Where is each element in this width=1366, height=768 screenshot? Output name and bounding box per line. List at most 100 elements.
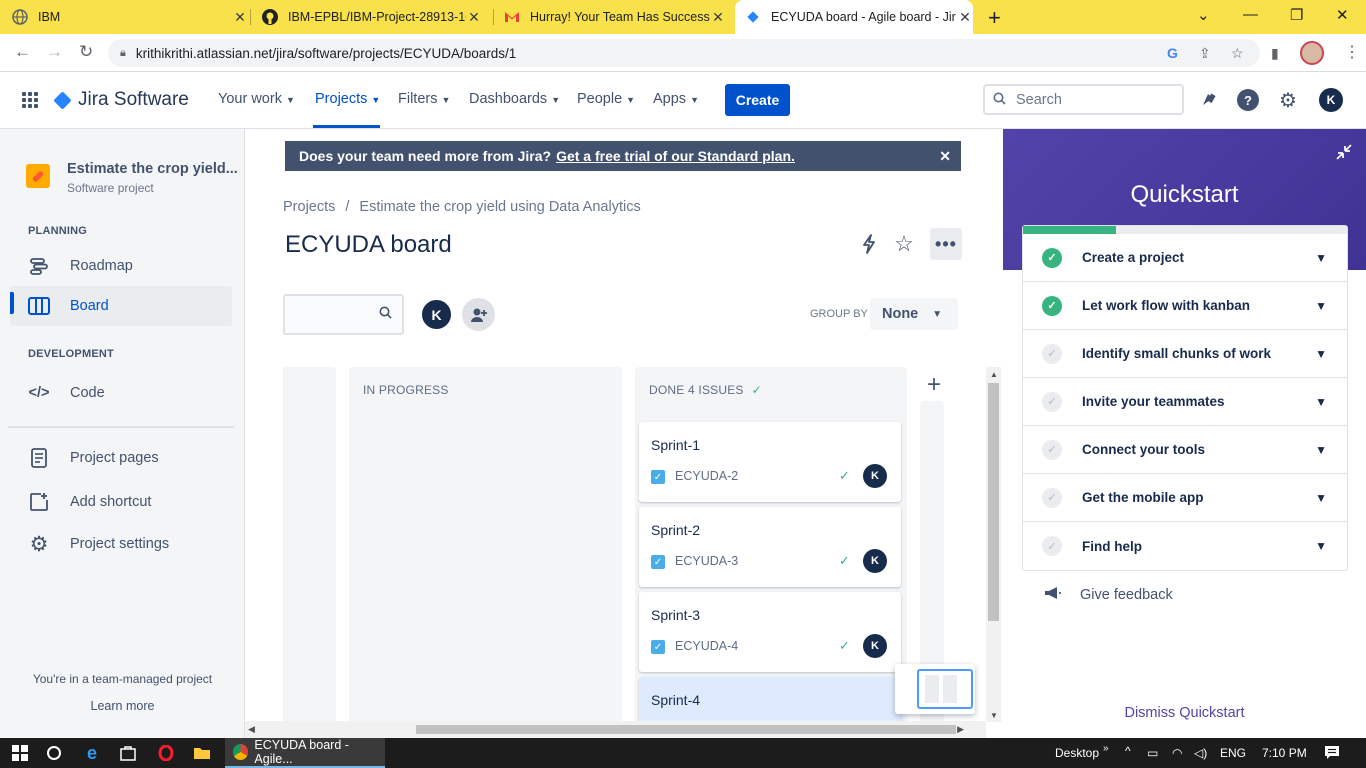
menu-filters[interactable]: Filters ▼ [398, 91, 450, 107]
quickstart-item[interactable]: ✓ Let work flow with kanban ▼ [1023, 282, 1347, 330]
store-icon[interactable] [118, 743, 138, 763]
sidebar-item-code[interactable]: </> Code [10, 373, 232, 413]
back-arrow-icon[interactable]: ← [14, 42, 31, 62]
scroll-up-icon[interactable]: ▲ [990, 370, 998, 379]
member-avatar[interactable]: K [420, 298, 453, 331]
chrome-profile-avatar[interactable] [1300, 41, 1324, 65]
jira-logo[interactable]: Jira Software [52, 89, 189, 111]
browser-tab-ibm[interactable]: IBM ✕ [12, 0, 248, 34]
tab-search-icon[interactable]: ⌄ [1197, 6, 1210, 24]
quickstart-item[interactable]: ✓ Invite your teammates ▼ [1023, 378, 1347, 426]
battery-icon[interactable]: ▭ [1147, 746, 1158, 760]
volume-icon[interactable]: ◁) [1194, 746, 1207, 760]
assignee-avatar[interactable]: K [863, 464, 887, 488]
star-icon[interactable]: ☆ [888, 228, 920, 260]
dismiss-quickstart-link[interactable]: Dismiss Quickstart [1003, 705, 1366, 721]
taskbar-chrome-app[interactable]: ECYUDA board - Agile... [225, 738, 385, 768]
clock[interactable]: 7:10 PM [1262, 746, 1307, 760]
sidebar-item-project-pages[interactable]: Project pages [10, 438, 232, 478]
notification-center-icon[interactable] [1322, 743, 1342, 763]
app-switcher-icon[interactable] [22, 92, 38, 108]
help-icon[interactable]: ? [1237, 89, 1259, 111]
reload-icon[interactable]: ↻ [79, 42, 93, 62]
close-icon[interactable]: ✕ [466, 9, 482, 26]
close-icon[interactable]: ✕ [710, 9, 726, 26]
file-explorer-icon[interactable] [192, 743, 212, 763]
give-feedback-link[interactable]: Give feedback [1044, 586, 1173, 603]
add-column-button[interactable]: + [920, 371, 948, 399]
board-search-input[interactable] [283, 294, 404, 335]
windows-start-icon[interactable] [10, 743, 30, 763]
forward-arrow-icon[interactable]: → [46, 42, 63, 62]
sidebar-item-project-settings[interactable]: ⚙ Project settings [10, 524, 232, 564]
collapse-icon[interactable] [1335, 143, 1353, 166]
close-icon[interactable]: ✕ [939, 148, 951, 165]
browser-tab-gmail[interactable]: Hurray! Your Team Has Successfu ✕ [504, 0, 726, 34]
scroll-down-icon[interactable]: ▼ [990, 711, 998, 720]
settings-gear-icon[interactable]: ⚙ [1277, 89, 1299, 112]
quickstart-item[interactable]: ✓ Find help ▼ [1023, 522, 1347, 570]
assignee-avatar[interactable]: K [863, 634, 887, 658]
horizontal-scrollbar[interactable]: ◀ ▶ [245, 721, 986, 738]
bookmark-star-icon[interactable]: ☆ [1231, 45, 1244, 62]
quickstart-item[interactable]: ✓ Get the mobile app ▼ [1023, 474, 1347, 522]
maximize-button[interactable]: ❐ [1290, 6, 1303, 24]
side-panel-icon[interactable]: ▮ [1271, 45, 1279, 62]
chrome-menu-icon[interactable]: ⋮ [1344, 42, 1360, 62]
quickstart-item[interactable]: ✓ Identify small chunks of work ▼ [1023, 330, 1347, 378]
browser-tab-github[interactable]: IBM-EPBL/IBM-Project-28913-16 ✕ [262, 0, 482, 34]
add-people-icon[interactable] [462, 298, 495, 331]
project-name[interactable]: Estimate the crop yield... [67, 161, 238, 177]
menu-your-work[interactable]: Your work ▼ [218, 91, 295, 107]
quickstart-item[interactable]: ✓ Create a project ▼ [1023, 234, 1347, 282]
issue-card[interactable]: Sprint-1 ✓ ECYUDA-2 ✓ K [639, 422, 901, 502]
close-icon[interactable]: ✕ [232, 9, 248, 26]
create-button[interactable]: Create [725, 84, 790, 116]
sidebar-item-board[interactable]: Board [10, 286, 232, 326]
desktop-toolbar-label[interactable]: Desktop [1055, 746, 1099, 760]
assignee-avatar[interactable]: K [863, 549, 887, 573]
issue-card[interactable]: Sprint-3 ✓ ECYUDA-4 ✓ K [639, 592, 901, 672]
issue-card[interactable]: Sprint-2 ✓ ECYUDA-3 ✓ K [639, 507, 901, 587]
window-close-button[interactable]: ✕ [1336, 6, 1349, 24]
close-icon[interactable]: ✕ [957, 9, 973, 26]
menu-apps[interactable]: Apps ▼ [653, 91, 699, 107]
minimize-button[interactable]: — [1243, 6, 1258, 23]
sidebar-item-add-shortcut[interactable]: Add shortcut [10, 482, 232, 522]
toolbar-expand-icon[interactable]: » [1103, 743, 1109, 754]
breadcrumb-projects[interactable]: Projects [283, 199, 335, 215]
board-minimap[interactable] [895, 664, 975, 714]
banner-link[interactable]: Get a free trial of our Standard plan. [556, 148, 795, 164]
learn-more-link[interactable]: Learn more [0, 699, 245, 713]
group-by-select[interactable]: None ▼ [870, 298, 958, 330]
quickstart-item[interactable]: ✓ Connect your tools ▼ [1023, 426, 1347, 474]
notifications-icon[interactable] [1197, 89, 1219, 111]
language-indicator[interactable]: ENG [1220, 746, 1246, 760]
user-avatar[interactable]: K [1319, 88, 1343, 112]
vertical-scrollbar[interactable]: ▲ ▼ [986, 367, 1001, 722]
lock-icon[interactable]: 🔒︎ [120, 47, 126, 60]
address-bar[interactable]: 🔒︎ krithikrithi.atlassian.net/jira/softw… [108, 39, 1260, 67]
chevron-up-icon[interactable]: ^ [1125, 744, 1131, 758]
more-actions-icon[interactable]: ••• [930, 228, 962, 260]
menu-dashboards[interactable]: Dashboards ▼ [469, 91, 560, 107]
scrollbar-thumb[interactable] [416, 725, 956, 734]
search-input[interactable]: Search [983, 84, 1184, 115]
scrollbar-thumb[interactable] [988, 383, 999, 621]
google-icon[interactable]: G [1167, 45, 1178, 61]
wifi-icon[interactable]: ◠ [1172, 746, 1182, 760]
automation-lightning-icon[interactable] [853, 228, 885, 260]
menu-projects[interactable]: Projects ▼ [315, 91, 380, 107]
menu-people[interactable]: People ▼ [577, 91, 635, 107]
breadcrumb-project[interactable]: Estimate the crop yield using Data Analy… [359, 199, 640, 215]
opera-icon[interactable] [156, 743, 176, 763]
new-tab-button[interactable]: + [988, 5, 1001, 31]
scroll-left-icon[interactable]: ◀ [248, 724, 255, 735]
edge-icon[interactable]: e [82, 743, 102, 763]
scroll-right-icon[interactable]: ▶ [957, 724, 964, 735]
sidebar-item-roadmap[interactable]: Roadmap [10, 246, 232, 286]
minimap-viewport[interactable] [917, 669, 973, 709]
browser-tab-jira[interactable]: ECYUDA board - Agile board - Jir ✕ [735, 0, 973, 34]
search-circle-icon[interactable] [44, 743, 64, 763]
share-icon[interactable]: ⇪ [1199, 45, 1211, 62]
